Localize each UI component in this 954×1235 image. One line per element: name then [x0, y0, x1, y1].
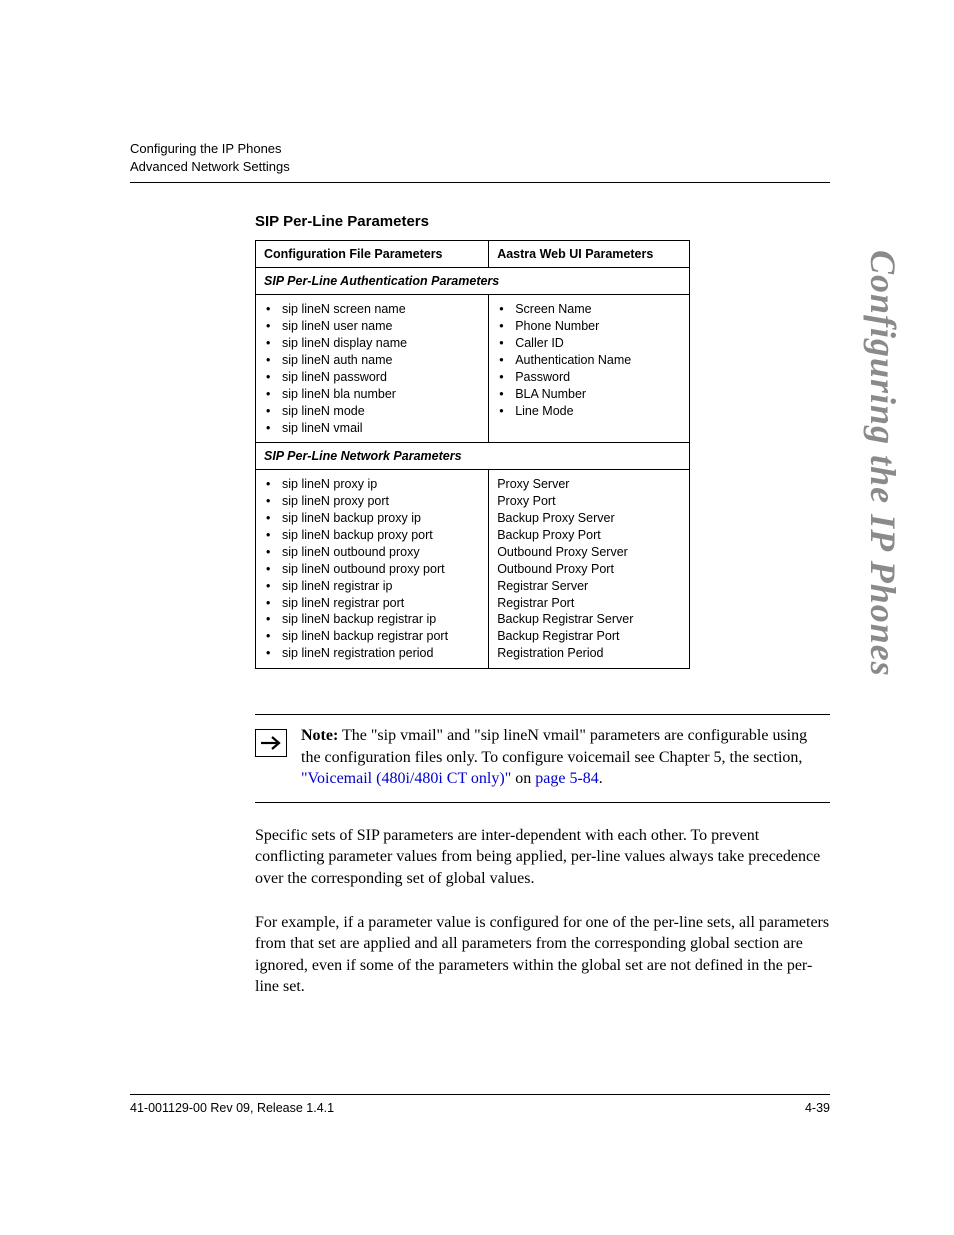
note-label: Note: — [301, 727, 338, 744]
page-footer: 41-001129-00 Rev 09, Release 1.4.1 4-39 — [130, 1094, 830, 1115]
table-subheader-auth: SIP Per-Line Authentication Parameters — [256, 268, 690, 295]
chapter-side-title: Configuring the IP Phones — [862, 250, 904, 677]
list-item: Password — [497, 369, 681, 386]
list-item: Backup Proxy Port — [497, 527, 681, 544]
list-item: Phone Number — [497, 318, 681, 335]
list-item: sip lineN proxy port — [264, 493, 480, 510]
table-subheader-net: SIP Per-Line Network Parameters — [256, 443, 690, 470]
list-item: sip lineN outbound proxy — [264, 544, 480, 561]
table-row-net: sip lineN proxy ipsip lineN proxy portsi… — [256, 470, 690, 669]
header-line-1: Configuring the IP Phones — [130, 140, 830, 158]
col-header-config: Configuration File Parameters — [256, 241, 489, 268]
list-item: Backup Registrar Server — [497, 611, 681, 628]
subheader-auth-text: SIP Per-Line Authentication Parameters — [256, 268, 690, 295]
list-item: sip lineN outbound proxy port — [264, 561, 480, 578]
list-item: sip lineN password — [264, 369, 480, 386]
list-item: Line Mode — [497, 403, 681, 420]
list-item: Backup Proxy Server — [497, 510, 681, 527]
list-item: sip lineN backup proxy port — [264, 527, 480, 544]
note-text-a: The "sip vmail" and "sip lineN vmail" pa… — [301, 727, 807, 766]
note-link-voicemail[interactable]: "Voicemail (480i/480i CT only)" — [301, 770, 511, 787]
list-item: Registrar Server — [497, 578, 681, 595]
list-item: Caller ID — [497, 335, 681, 352]
running-header: Configuring the IP Phones Advanced Netwo… — [130, 140, 830, 176]
list-item: sip lineN backup registrar ip — [264, 611, 480, 628]
list-item: sip lineN registration period — [264, 645, 480, 662]
list-item: Screen Name — [497, 301, 681, 318]
header-rule — [130, 182, 830, 183]
parameters-table: Configuration File Parameters Aastra Web… — [255, 240, 690, 669]
list-item: Outbound Proxy Server — [497, 544, 681, 561]
list-item: Authentication Name — [497, 352, 681, 369]
list-item: sip lineN bla number — [264, 386, 480, 403]
note-link-page[interactable]: page 5-84 — [535, 770, 599, 787]
note-text-c: . — [599, 770, 603, 787]
list-item: sip lineN vmail — [264, 420, 480, 437]
header-line-2: Advanced Network Settings — [130, 158, 830, 176]
cell-auth-config: sip lineN screen namesip lineN user name… — [256, 295, 489, 443]
table-row-auth: sip lineN screen namesip lineN user name… — [256, 295, 690, 443]
list-item: Registrar Port — [497, 595, 681, 612]
list-item: sip lineN auth name — [264, 352, 480, 369]
note-box: Note: The "sip vmail" and "sip lineN vma… — [255, 714, 830, 803]
body-paragraph-2: For example, if a parameter value is con… — [255, 912, 830, 998]
list-item: Backup Registrar Port — [497, 628, 681, 645]
list-item: sip lineN user name — [264, 318, 480, 335]
body-paragraph-1: Specific sets of SIP parameters are inte… — [255, 825, 830, 890]
list-item: sip lineN registrar port — [264, 595, 480, 612]
list-item: sip lineN display name — [264, 335, 480, 352]
cell-net-config: sip lineN proxy ipsip lineN proxy portsi… — [256, 470, 489, 669]
footer-right: 4-39 — [805, 1101, 830, 1115]
section-title: SIP Per-Line Parameters — [255, 213, 830, 230]
arrow-right-icon — [255, 729, 287, 757]
list-item: Proxy Server — [497, 476, 681, 493]
list-item: sip lineN backup proxy ip — [264, 510, 480, 527]
note-text-b: on — [511, 770, 535, 787]
cell-auth-web: Screen NamePhone NumberCaller IDAuthenti… — [489, 295, 690, 443]
footer-left: 41-001129-00 Rev 09, Release 1.4.1 — [130, 1101, 334, 1115]
list-item: Registration Period — [497, 645, 681, 662]
list-item: sip lineN backup registrar port — [264, 628, 480, 645]
col-header-web: Aastra Web UI Parameters — [489, 241, 690, 268]
table-header-row: Configuration File Parameters Aastra Web… — [256, 241, 690, 268]
list-item: sip lineN screen name — [264, 301, 480, 318]
list-item: sip lineN registrar ip — [264, 578, 480, 595]
list-item: sip lineN mode — [264, 403, 480, 420]
list-item: sip lineN proxy ip — [264, 476, 480, 493]
cell-net-web: Proxy ServerProxy PortBackup Proxy Serve… — [489, 470, 690, 669]
note-text: Note: The "sip vmail" and "sip lineN vma… — [301, 725, 830, 790]
list-item: Proxy Port — [497, 493, 681, 510]
subheader-net-text: SIP Per-Line Network Parameters — [256, 443, 690, 470]
list-item: BLA Number — [497, 386, 681, 403]
list-item: Outbound Proxy Port — [497, 561, 681, 578]
